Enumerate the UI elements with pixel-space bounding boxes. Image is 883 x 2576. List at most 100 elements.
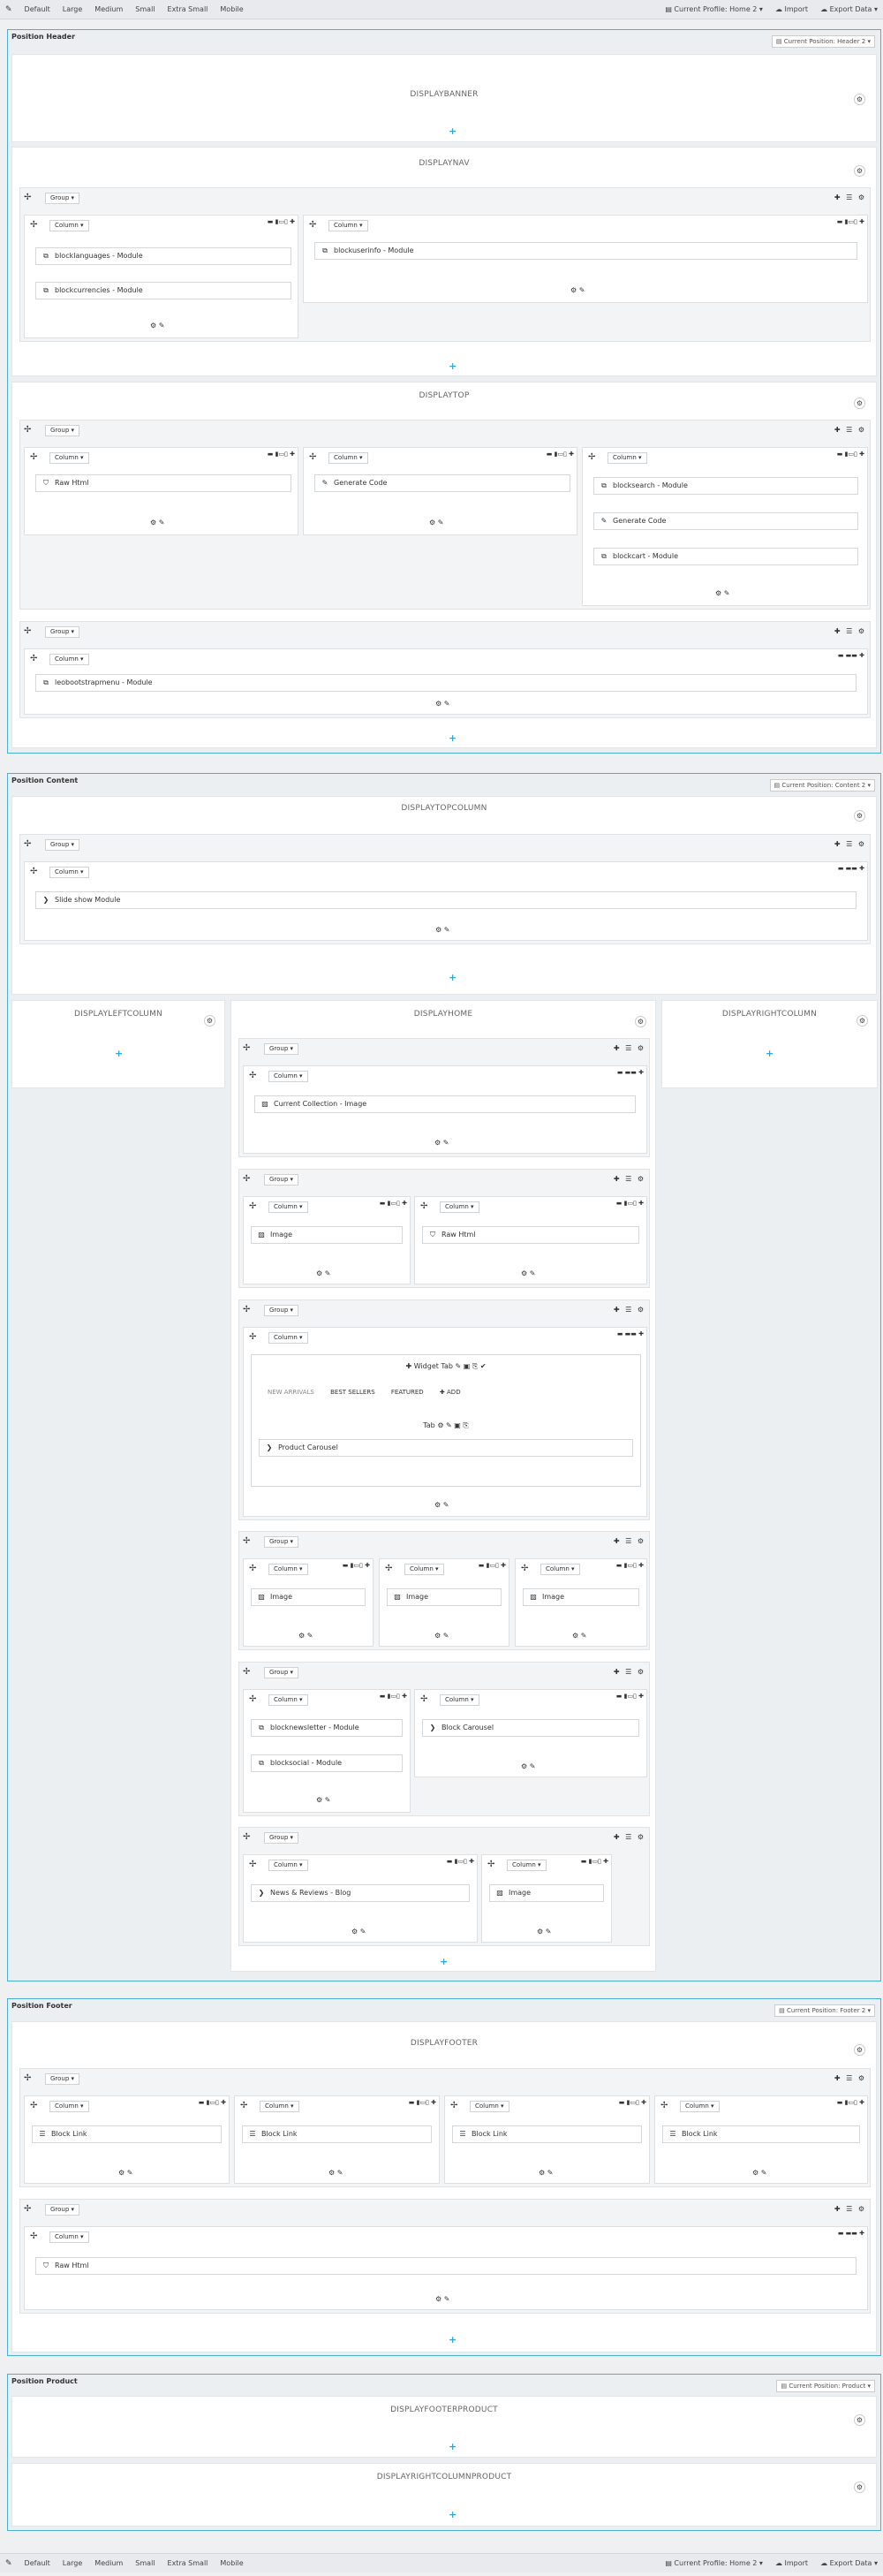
column-dropdown[interactable]: Column ▾ <box>49 452 89 464</box>
device-default[interactable]: Default <box>25 2559 50 2567</box>
widget-current-collection[interactable]: ▨ Current Collection - Image <box>254 1095 636 1113</box>
add-group-icon[interactable]: + <box>449 2442 457 2451</box>
column-tools-icons[interactable]: ▬ ▬▬ ✚ <box>838 865 864 872</box>
column-tools-icons[interactable]: ▬ ▮▭▯ ✚ <box>616 1693 644 1700</box>
widget-image[interactable]: ▨ Image <box>489 1884 604 1902</box>
column-footer-tools[interactable]: ⚙ ✎ <box>316 1796 330 1804</box>
group-dropdown[interactable]: Group ▾ <box>45 839 80 851</box>
widget-tab-label[interactable]: ✚ Widget Tab <box>405 1362 453 1370</box>
column-dropdown[interactable]: Column ▾ <box>49 867 89 878</box>
move-icon[interactable]: ✢ <box>521 1565 528 1573</box>
widget-block-link[interactable]: ☰ Block Link <box>452 2125 642 2143</box>
move-icon[interactable]: ✢ <box>450 2102 457 2110</box>
device-large[interactable]: Large <box>63 5 83 13</box>
move-icon[interactable]: ✢ <box>30 453 37 462</box>
group-dropdown[interactable]: Group ▾ <box>45 2204 80 2216</box>
move-icon[interactable]: ✢ <box>240 2102 247 2110</box>
column-footer-tools[interactable]: ⚙ ✎ <box>434 1632 449 1640</box>
column-tools-icons[interactable]: ▬ ▮▭▯ ✚ <box>268 218 295 225</box>
group-dropdown[interactable]: Group ▾ <box>264 1043 299 1055</box>
widget-blockcurrencies[interactable]: ⧉ blockcurrencies - Module <box>35 282 291 299</box>
group-tools-icons[interactable]: ✚ ☰ ⚙ <box>614 1668 645 1676</box>
column-footer-tools[interactable]: ⚙ ✎ <box>118 2169 132 2177</box>
column-dropdown[interactable]: Column ▾ <box>260 2101 299 2112</box>
device-medium[interactable]: Medium <box>94 5 123 13</box>
widget-blockcart[interactable]: ⧉ blockcart - Module <box>593 548 858 565</box>
column-dropdown[interactable]: Column ▾ <box>268 1860 308 1871</box>
device-small[interactable]: Small <box>135 2559 155 2567</box>
move-icon[interactable]: ✢ <box>249 1565 256 1573</box>
move-icon[interactable]: ✢ <box>30 655 37 663</box>
add-group-icon[interactable]: + <box>440 1957 448 1966</box>
column-tools-icons[interactable]: ▬ ▮▭▯ ✚ <box>547 451 574 458</box>
widget-blocksearch[interactable]: ⧉ blocksearch - Module <box>593 477 858 495</box>
add-group-icon[interactable]: + <box>115 1049 123 1058</box>
column-footer-tools[interactable]: ⚙ ✎ <box>537 1928 551 1936</box>
column-tools-icons[interactable]: ▬ ▮▭▯ ✚ <box>619 2099 646 2106</box>
group-dropdown[interactable]: Group ▾ <box>45 425 80 436</box>
widget-generate-code[interactable]: ✎ Generate Code <box>314 474 570 492</box>
column-dropdown[interactable]: Column ▾ <box>440 1201 479 1213</box>
add-group-icon[interactable]: + <box>449 361 457 371</box>
tab-new-arrivals[interactable]: NEW ARRIVALS <box>268 1389 314 1396</box>
column-tools-icons[interactable]: ▬ ▮▭▯ ✚ <box>409 2099 436 2106</box>
pencil-icon[interactable]: ✎ <box>5 5 12 14</box>
move-icon[interactable]: ✢ <box>24 2205 31 2214</box>
column-footer-tools[interactable]: ⚙ ✎ <box>434 1139 449 1147</box>
widget-image[interactable]: ▨ Image <box>251 1588 366 1606</box>
move-icon[interactable]: ✢ <box>487 1860 494 1869</box>
move-icon[interactable]: ✢ <box>243 1833 250 1842</box>
column-dropdown[interactable]: Column ▾ <box>49 654 89 665</box>
group-tools-icons[interactable]: ✚ ☰ ⚙ <box>834 426 866 434</box>
profile-dropdown[interactable]: ▤ Current Profile: Home 2 ▾ <box>665 2559 763 2567</box>
column-tools-icons[interactable]: ▬ ▮▭▯ ✚ <box>447 1858 474 1865</box>
widget-leobootstrapmenu[interactable]: ⧉ leobootstrapmenu - Module <box>35 674 857 692</box>
column-footer-tools[interactable]: ⚙ ✎ <box>570 286 585 294</box>
move-icon[interactable]: ✢ <box>249 1072 256 1080</box>
column-footer-tools[interactable]: ⚙ ✎ <box>752 2169 766 2177</box>
add-group-icon[interactable]: + <box>766 1049 774 1058</box>
column-dropdown[interactable]: Column ▾ <box>268 1201 308 1213</box>
group-tools-icons[interactable]: ✚ ☰ ⚙ <box>834 627 866 635</box>
column-dropdown[interactable]: Column ▾ <box>268 1694 308 1706</box>
move-icon[interactable]: ✢ <box>309 453 316 462</box>
widget-blocknewsletter[interactable]: ⧉ blocknewsletter - Module <box>251 1719 403 1737</box>
column-footer-tools[interactable]: ⚙ ✎ <box>298 1632 313 1640</box>
pencil-icon[interactable]: ✎ <box>5 2559 12 2568</box>
column-footer-tools[interactable]: ⚙ ✎ <box>435 700 449 708</box>
move-icon[interactable]: ✢ <box>420 1202 427 1211</box>
column-dropdown[interactable]: Column ▾ <box>440 1694 479 1706</box>
column-tools-icons[interactable]: ▬ ▮▭▯ ✚ <box>616 1562 644 1569</box>
widget-image[interactable]: ▨ Image <box>387 1588 502 1606</box>
move-icon[interactable]: ✢ <box>249 1333 256 1342</box>
move-icon[interactable]: ✢ <box>24 2074 31 2083</box>
tab-best-sellers[interactable]: BEST SELLERS <box>330 1389 375 1396</box>
device-extra-small[interactable]: Extra Small <box>168 5 208 13</box>
gear-icon[interactable]: ⚙ <box>854 94 865 105</box>
column-tools-icons[interactable]: ▬ ▮▭▯ ✚ <box>199 2099 226 2106</box>
column-footer-tools[interactable]: ⚙ ✎ <box>539 2169 553 2177</box>
widget-generate-code[interactable]: ✎ Generate Code <box>593 512 858 530</box>
position-select-button[interactable]: ▤ Current Position: Footer 2 ▾ <box>774 2004 875 2017</box>
column-tools-icons[interactable]: ▬ ▬▬ ✚ <box>617 1330 644 1337</box>
move-icon[interactable]: ✢ <box>30 2102 37 2110</box>
widget-image[interactable]: ▨ Image <box>251 1226 403 1244</box>
add-group-icon[interactable]: + <box>449 2335 457 2345</box>
widget-tab-tools-icons[interactable]: ✎ ▣ ⎘ ✔ <box>456 1362 487 1370</box>
column-tools-icons[interactable]: ▬ ▮▭▯ ✚ <box>380 1693 407 1700</box>
column-footer-tools[interactable]: ⚙ ✎ <box>150 322 164 330</box>
move-icon[interactable]: ✢ <box>30 2232 37 2241</box>
column-dropdown[interactable]: Column ▾ <box>49 220 89 231</box>
tab-add[interactable]: ✚ ADD <box>440 1389 461 1396</box>
import-button[interactable]: ☁ Import <box>775 2559 808 2567</box>
widget-block-link[interactable]: ☰ Block Link <box>32 2125 222 2143</box>
group-tools-icons[interactable]: ✚ ☰ ⚙ <box>614 1175 645 1183</box>
column-tools-icons[interactable]: ▬ ▮▭▯ ✚ <box>479 1562 506 1569</box>
device-large[interactable]: Large <box>63 2559 83 2567</box>
gear-icon[interactable]: ⚙ <box>857 1015 868 1027</box>
widget-product-carousel[interactable]: ❯ Product Carousel <box>259 1439 633 1457</box>
position-select-button[interactable]: ▤ Current Position: Header 2 ▾ <box>771 35 875 48</box>
column-dropdown[interactable]: Column ▾ <box>49 2101 89 2112</box>
column-footer-tools[interactable]: ⚙ ✎ <box>150 519 164 527</box>
column-footer-tools[interactable]: ⚙ ✎ <box>715 589 729 597</box>
